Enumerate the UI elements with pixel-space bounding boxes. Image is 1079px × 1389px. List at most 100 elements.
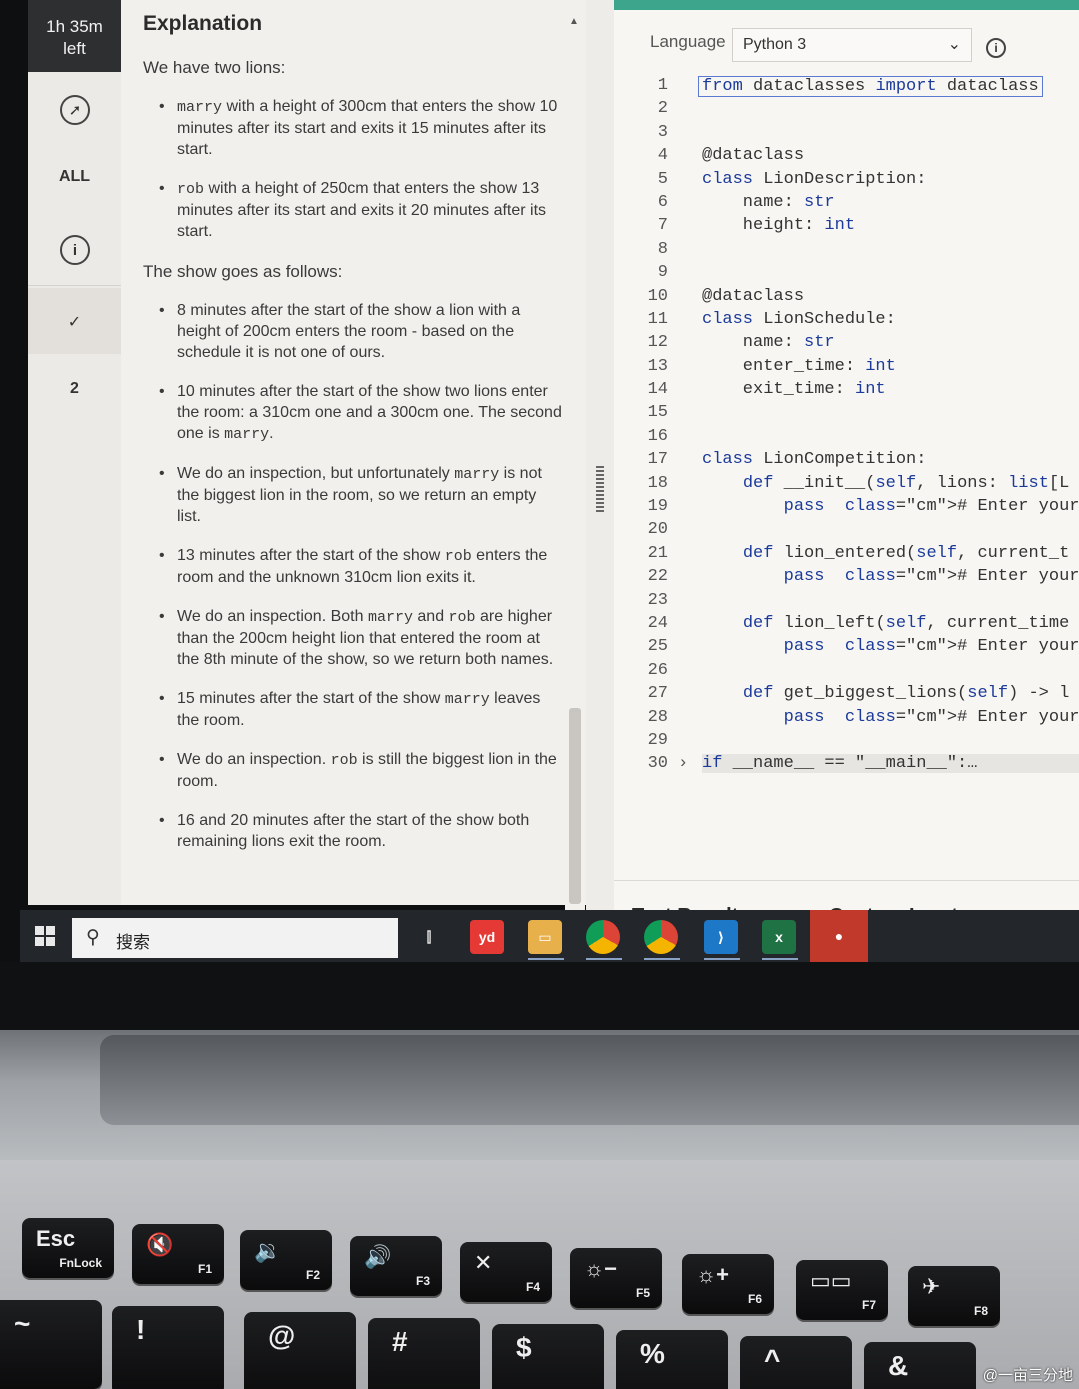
info-icon[interactable]: i — [60, 235, 90, 265]
line-number: 22 — [647, 567, 668, 587]
list-item: rob with a height of 250cm that enters t… — [143, 178, 562, 242]
question-number[interactable]: 2 — [28, 380, 121, 398]
code-area[interactable]: 1 from dataclasses import dataclass 2 3 4 @da… — [628, 76, 1079, 778]
filter-all[interactable]: ALL — [28, 168, 121, 186]
number-key[interactable]: % — [616, 1330, 728, 1389]
code-line[interactable]: 22 pass class="cm"># Enter your code her… — [628, 567, 1079, 590]
line-number: 9 — [657, 263, 668, 283]
line-number: 21 — [647, 543, 668, 563]
function-key[interactable]: 🔊 F3 — [350, 1236, 442, 1296]
number-key[interactable]: ! — [112, 1306, 224, 1389]
code-line[interactable]: 2 — [628, 99, 1079, 122]
function-key[interactable]: ✈ F8 — [908, 1266, 1000, 1326]
line-number: 5 — [657, 169, 668, 189]
code-line[interactable]: 30 › if __name__ == "__main__":… — [628, 754, 1079, 777]
line-number: 14 — [647, 380, 668, 400]
function-key[interactable]: ✕ F4 — [460, 1242, 552, 1302]
scroll-up-icon[interactable]: ▲ — [569, 16, 579, 27]
list-item: We do an inspection, but unfortunately m… — [143, 463, 562, 527]
scroll-thumb[interactable] — [569, 708, 581, 904]
key-main-label: ✈ — [922, 1274, 941, 1299]
code-editor-panel: Language Python 3 ⌄ i 1 from dataclasses … — [614, 10, 1079, 930]
fold-chevron-icon[interactable]: › — [678, 754, 688, 773]
panel-splitter[interactable] — [586, 0, 614, 930]
function-key[interactable]: ▭▭ F7 — [796, 1260, 888, 1320]
function-key[interactable]: ☼− F5 — [570, 1248, 662, 1308]
number-key[interactable]: # — [368, 1318, 480, 1389]
hinge-bar — [100, 1035, 1079, 1125]
lion-list: marry with a height of 300cm that enters… — [143, 96, 562, 242]
key-sub-label: F7 — [861, 1298, 876, 1312]
code-line[interactable]: 6 name: str — [628, 193, 1079, 216]
explanation-scrollbar[interactable]: ▲ ▼ — [565, 10, 585, 930]
code-line[interactable]: 5 class LionDescription: — [628, 170, 1079, 193]
code-line[interactable]: 23 — [628, 591, 1079, 614]
code-line[interactable]: 28 pass class="cm"># Enter your code her… — [628, 708, 1079, 731]
code-line[interactable]: 18 def __init__(self, lions: list[L — [628, 474, 1079, 497]
code-line[interactable]: 3 — [628, 123, 1079, 146]
explanation-intro: We have two lions: — [143, 58, 286, 77]
left-rail — [28, 0, 121, 905]
line-number: 25 — [647, 637, 668, 657]
list-item: We do an inspection. rob is still the bi… — [143, 749, 562, 792]
code-line[interactable]: 29 — [628, 731, 1079, 754]
code-line[interactable]: 9 — [628, 263, 1079, 286]
code-text: def lion_left(self, current_time — [742, 613, 1070, 633]
navigate-icon[interactable]: ➚ — [60, 95, 90, 125]
checkmark-icon: ✓ — [67, 314, 82, 331]
taskbar-search-input[interactable]: ⚲ 搜索 — [72, 918, 398, 958]
code-line[interactable]: 27 def get_biggest_lions(self) -> l — [628, 684, 1079, 707]
function-key[interactable]: ☼+ F6 — [682, 1254, 774, 1314]
code-line[interactable]: 7 height: int — [628, 216, 1079, 239]
function-key[interactable]: Esc FnLock — [22, 1218, 114, 1278]
list-item: 8 minutes after the start of the show a … — [143, 300, 562, 363]
number-key[interactable]: $ — [492, 1324, 604, 1389]
code-line[interactable]: 21 def lion_entered(self, current_t — [628, 544, 1079, 567]
code-line[interactable]: 20 — [628, 520, 1079, 543]
function-key[interactable]: 🔇 F1 — [132, 1224, 224, 1284]
number-key[interactable]: ^ — [740, 1336, 852, 1389]
code-line[interactable]: 15 — [628, 403, 1079, 426]
task-view-icon[interactable]: ⫿ — [412, 920, 446, 954]
code-line[interactable]: 26 — [628, 661, 1079, 684]
code-line[interactable]: 11 class LionSchedule: — [628, 310, 1079, 333]
windows-start-icon[interactable] — [35, 926, 55, 946]
line-number: 19 — [647, 497, 668, 517]
code-line[interactable]: 12 name: str — [628, 333, 1079, 356]
code-line[interactable]: 16 — [628, 427, 1079, 450]
code-line[interactable]: 19 pass class="cm"># Enter your code her… — [628, 497, 1079, 520]
code-line[interactable]: 13 enter_time: int — [628, 357, 1079, 380]
code-line[interactable]: 24 def lion_left(self, current_time — [628, 614, 1079, 637]
code-line[interactable]: 1 from dataclasses import dataclass — [628, 76, 1079, 99]
number-key[interactable]: @ — [244, 1312, 356, 1389]
code-text: height: int — [702, 216, 856, 236]
code-text: def lion_entered(self, current_t — [742, 543, 1070, 563]
key-sub-label: FnLock — [59, 1256, 102, 1270]
code-line[interactable]: 14 exit_time: int — [628, 380, 1079, 403]
function-key[interactable]: 🔉 F2 — [240, 1230, 332, 1290]
code-line[interactable]: 25 pass class="cm"># Enter your code her… — [628, 637, 1079, 660]
key-main-label: ✕ — [474, 1250, 493, 1275]
line-number: 11 — [647, 309, 668, 329]
key-main-label: # — [392, 1326, 408, 1357]
number-key[interactable]: ~ — [0, 1300, 102, 1389]
file-explorer-icon[interactable]: ▭ — [528, 920, 562, 954]
key-main-label: @ — [268, 1320, 296, 1351]
excel-icon[interactable]: x — [762, 920, 796, 954]
code-line[interactable]: 8 — [628, 240, 1079, 263]
chrome-profile-icon[interactable] — [644, 920, 678, 954]
key-main-label: ▭▭ — [810, 1268, 852, 1293]
code-line[interactable]: 10 @dataclass — [628, 287, 1079, 310]
youdao-icon[interactable]: yd — [470, 920, 504, 954]
info-icon[interactable]: i — [986, 38, 1006, 58]
chrome-icon[interactable] — [586, 920, 620, 954]
language-select[interactable]: Python 3 ⌄ — [732, 28, 972, 62]
code-line[interactable]: 4 @dataclass — [628, 146, 1079, 169]
drag-handle-icon[interactable] — [596, 466, 604, 512]
number-key[interactable]: & — [864, 1342, 976, 1389]
wechat-icon[interactable]: ● — [810, 910, 868, 962]
code-line[interactable]: 17 class LionCompetition: — [628, 450, 1079, 473]
vscode-icon[interactable]: ⟩ — [704, 920, 738, 954]
code-text: name: str — [702, 192, 835, 212]
line-number: 3 — [657, 122, 668, 142]
